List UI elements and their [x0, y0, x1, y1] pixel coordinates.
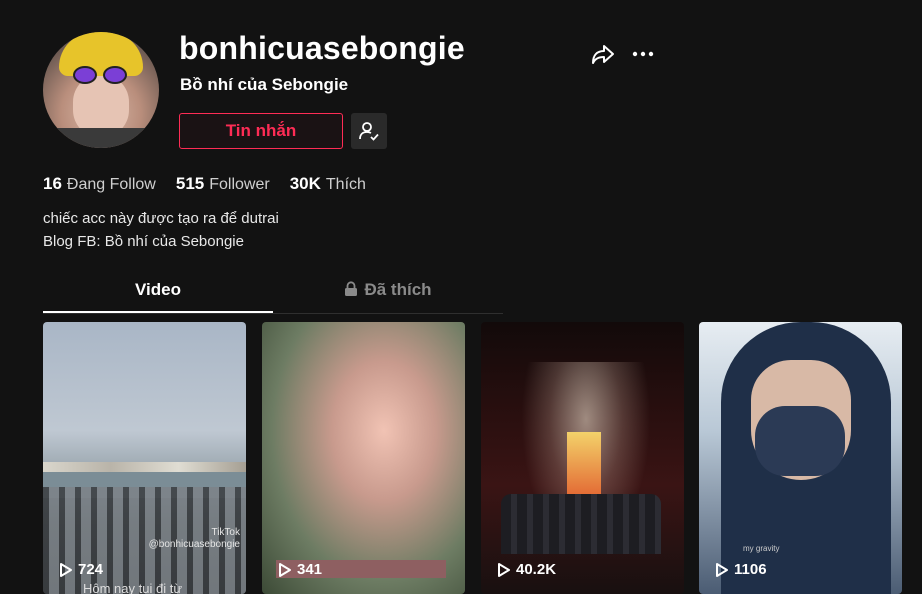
play-icon — [60, 562, 72, 577]
view-count: 40.2K — [497, 561, 556, 578]
play-icon — [498, 562, 510, 577]
play-icon — [279, 562, 291, 577]
tiktok-watermark: TikTok @bonhicuasebongie — [148, 527, 240, 550]
bio-line: chiếc acc này được tạo ra để dutrai — [43, 210, 279, 227]
lock-icon — [345, 281, 358, 296]
active-tab-indicator — [43, 311, 273, 313]
tab-liked[interactable]: Đã thích — [273, 280, 503, 314]
video-card[interactable]: TikTok @bonhicuasebongie 724 Hôm nay tui… — [43, 322, 246, 594]
video-caption: Hôm nay tui đi từ — [83, 581, 183, 594]
user-check-icon — [359, 122, 379, 141]
view-count: 341 — [278, 561, 322, 578]
message-button[interactable]: Tin nhắn — [179, 113, 343, 149]
bio-line: Blog FB: Bồ nhí của Sebongie — [43, 232, 244, 250]
tab-video[interactable]: Video — [43, 280, 273, 314]
video-card[interactable]: my gravity 1106 — [699, 322, 902, 594]
video-card[interactable]: 341 — [262, 322, 465, 594]
likes-stat: 30K Thích — [289, 174, 366, 193]
following-stat[interactable]: 16 Đang Follow — [43, 174, 156, 194]
more-options-icon[interactable] — [630, 42, 656, 66]
view-count: 1106 — [715, 561, 767, 578]
video-card[interactable]: 40.2K — [481, 322, 684, 594]
profile-tabs: Video Đã thích — [43, 280, 503, 314]
profile-avatar — [43, 32, 159, 148]
following-status-button[interactable] — [351, 113, 387, 149]
share-icon[interactable] — [590, 42, 616, 66]
followers-stat[interactable]: 515 Follower — [176, 174, 270, 194]
video-grid: TikTok @bonhicuasebongie 724 Hôm nay tui… — [43, 322, 922, 594]
video-overlay-text: my gravity — [743, 544, 780, 553]
profile-bio: chiếc acc này được tạo ra để dutrai Blog… — [43, 208, 279, 253]
view-count: 724 — [59, 561, 103, 578]
profile-nickname: Bồ nhí của Sebongie — [180, 75, 349, 94]
play-icon — [716, 562, 728, 577]
profile-stats: 16 Đang Follow 515 Follower 30K Thích — [43, 174, 366, 194]
profile-username: bonhicuasebongie — [179, 30, 465, 66]
